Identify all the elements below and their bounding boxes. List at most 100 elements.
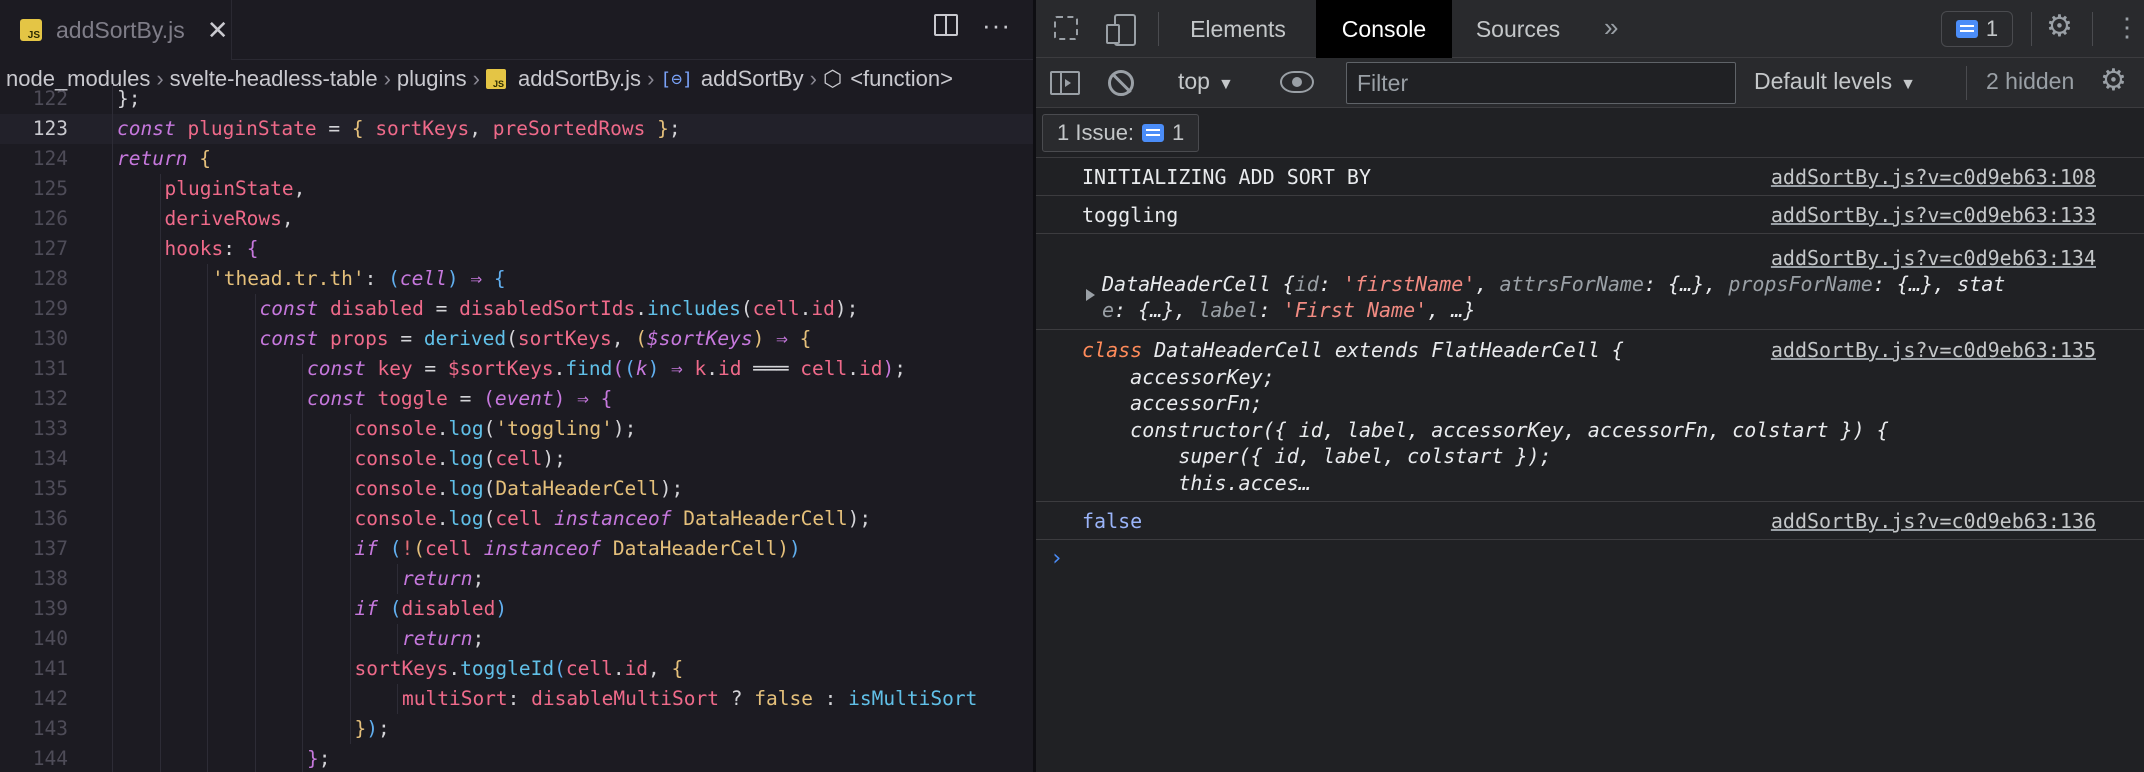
- live-expression-eye-icon[interactable]: [1280, 71, 1314, 93]
- indent-guide: [207, 714, 208, 744]
- class-source-line: this.acces…: [1082, 470, 1311, 495]
- indent-guide: [207, 294, 208, 324]
- code-text: console.log(DataHeaderCell);: [354, 477, 684, 500]
- line-number: 127: [32, 237, 68, 260]
- indent-guide: [254, 324, 256, 354]
- tab-elements[interactable]: Elements: [1172, 0, 1304, 58]
- split-editor-icon[interactable]: [934, 14, 959, 36]
- context-selector[interactable]: top ▼: [1178, 68, 1234, 95]
- console-settings-gear-icon[interactable]: ⚙: [2100, 66, 2127, 96]
- indent-guide: [112, 534, 113, 564]
- close-icon[interactable]: ✕: [207, 17, 229, 43]
- line-number: 125: [32, 177, 68, 200]
- indent-guide: [112, 234, 113, 264]
- indent-guide: [207, 504, 208, 534]
- code-line[interactable]: 135 console.log(DataHeaderCell);: [0, 474, 1033, 504]
- code-line[interactable]: 132 const toggle = (event) ⇒ {: [0, 384, 1033, 414]
- show-sidebar-icon[interactable]: [1050, 71, 1080, 95]
- tab-console[interactable]: Console: [1316, 0, 1452, 58]
- console-message[interactable]: addSortBy.js?v=c0d9eb63:134 DataHeaderCe…: [1036, 234, 2144, 330]
- log-levels-label: Default levels: [1754, 68, 1893, 94]
- indent-guide: [112, 84, 113, 114]
- line-number: 134: [32, 447, 68, 470]
- indent-guide: [112, 384, 113, 414]
- filter-input[interactable]: Filter: [1346, 62, 1736, 104]
- indent-guide: [349, 654, 351, 684]
- code-line[interactable]: 144};: [0, 744, 1033, 772]
- indent-guide: [254, 534, 256, 564]
- issues-counter-button[interactable]: 1: [1941, 11, 2013, 47]
- code-line[interactable]: 143});: [0, 714, 1033, 744]
- indent-guide: [349, 444, 351, 474]
- code-line[interactable]: 126 deriveRows,: [0, 204, 1033, 234]
- log-levels-dropdown[interactable]: Default levels ▼: [1754, 68, 1916, 95]
- indent-guide: [112, 564, 113, 594]
- clear-console-icon[interactable]: [1108, 70, 1134, 96]
- code-line[interactable]: 138 return;: [0, 564, 1033, 594]
- code-line[interactable]: 123 const pluginState = { sortKeys, preSo…: [0, 114, 1033, 144]
- code-line[interactable]: 129 const disabled = disabledSortIds.incl…: [0, 294, 1033, 324]
- indent-guide: [159, 564, 161, 594]
- device-toolbar-icon[interactable]: [1106, 14, 1136, 46]
- code-line[interactable]: 140 return;: [0, 624, 1033, 654]
- issues-link-button[interactable]: 1 Issue: 1: [1042, 114, 1200, 152]
- issues-count: 1: [1985, 16, 1999, 41]
- code-line[interactable]: 128 'thead.tr.th': (cell) ⇒ {: [0, 264, 1033, 294]
- code-line[interactable]: 137 if (!(cell instanceof DataHeaderCell)…: [0, 534, 1033, 564]
- indent-guide: [207, 654, 208, 684]
- indent-guide: [254, 654, 256, 684]
- editor-tab-addsortby[interactable]: JS addSortBy.js ✕: [0, 0, 232, 60]
- console-source-link[interactable]: addSortBy.js?v=c0d9eb63:135: [1771, 338, 2096, 362]
- indent-guide: [302, 474, 303, 504]
- inspect-element-icon[interactable]: [1054, 16, 1078, 40]
- indent-guide: [349, 564, 351, 594]
- code-line[interactable]: 139 if (disabled): [0, 594, 1033, 624]
- hidden-messages-count: 2 hidden: [1986, 68, 2075, 94]
- code-line[interactable]: 136 console.log(cell instanceof DataHeade…: [0, 504, 1033, 534]
- tab-sources[interactable]: Sources: [1454, 0, 1582, 58]
- indent-guide: [159, 744, 161, 772]
- line-number: 139: [32, 597, 68, 620]
- settings-gear-icon[interactable]: ⚙: [2046, 12, 2073, 42]
- more-tabs-icon[interactable]: »: [1604, 12, 1618, 43]
- code-line[interactable]: 142 multiSort: disableMultiSort ? false :…: [0, 684, 1033, 714]
- caret-down-icon: ▼: [1900, 76, 1916, 93]
- console-source-link[interactable]: addSortBy.js?v=c0d9eb63:136: [1771, 509, 2096, 533]
- line-number: 128: [32, 267, 68, 290]
- console-prompt[interactable]: ›: [1050, 546, 1063, 571]
- indent-guide: [302, 384, 303, 414]
- code-line[interactable]: 125 pluginState,: [0, 174, 1033, 204]
- class-source-line: accessorKey;: [1082, 364, 1275, 389]
- indent-guide: [397, 684, 398, 714]
- indent-guide: [207, 564, 208, 594]
- more-options-icon[interactable]: ⋮: [2114, 14, 2140, 40]
- code-line[interactable]: 127 hooks: {: [0, 234, 1033, 264]
- indent-guide: [112, 714, 113, 744]
- code-text: });: [354, 717, 390, 740]
- more-actions-icon[interactable]: ···: [982, 12, 1011, 38]
- code-text: const toggle = (event) ⇒ {: [307, 387, 613, 410]
- code-line[interactable]: 134 console.log(cell);: [0, 444, 1033, 474]
- console-source-link[interactable]: addSortBy.js?v=c0d9eb63:133: [1771, 203, 2096, 227]
- code-line[interactable]: 131 const key = $sortKeys.find((k) ⇒ k.id…: [0, 354, 1033, 384]
- indent-guide: [254, 594, 256, 624]
- line-number: 140: [32, 627, 68, 650]
- console-source-link[interactable]: addSortBy.js?v=c0d9eb63:134: [1771, 246, 2096, 270]
- line-number: 124: [32, 147, 68, 170]
- message-icon: [1955, 20, 1978, 38]
- indent-guide: [112, 174, 113, 204]
- code-area[interactable]: 122}; 123 const pluginState = { sortKeys, …: [0, 84, 1033, 772]
- indent-guide: [302, 744, 303, 772]
- code-line[interactable]: 141 sortKeys.toggleId(cell.id, {: [0, 654, 1033, 684]
- indent-guide: [112, 474, 113, 504]
- indent-guide: [159, 324, 161, 354]
- expand-triangle-icon[interactable]: [1086, 289, 1095, 301]
- code-text: hooks: {: [164, 237, 259, 260]
- issues-bar: 1 Issue: 1: [1036, 108, 2144, 158]
- code-line[interactable]: 130 const props = derived(sortKeys, ($sor…: [0, 324, 1033, 354]
- code-line[interactable]: 124 return {: [0, 144, 1033, 174]
- code-line[interactable]: 122};: [0, 84, 1033, 114]
- console-source-link[interactable]: addSortBy.js?v=c0d9eb63:108: [1771, 165, 2096, 189]
- code-line[interactable]: 133 console.log('toggling');: [0, 414, 1033, 444]
- indent-guide: [254, 474, 256, 504]
